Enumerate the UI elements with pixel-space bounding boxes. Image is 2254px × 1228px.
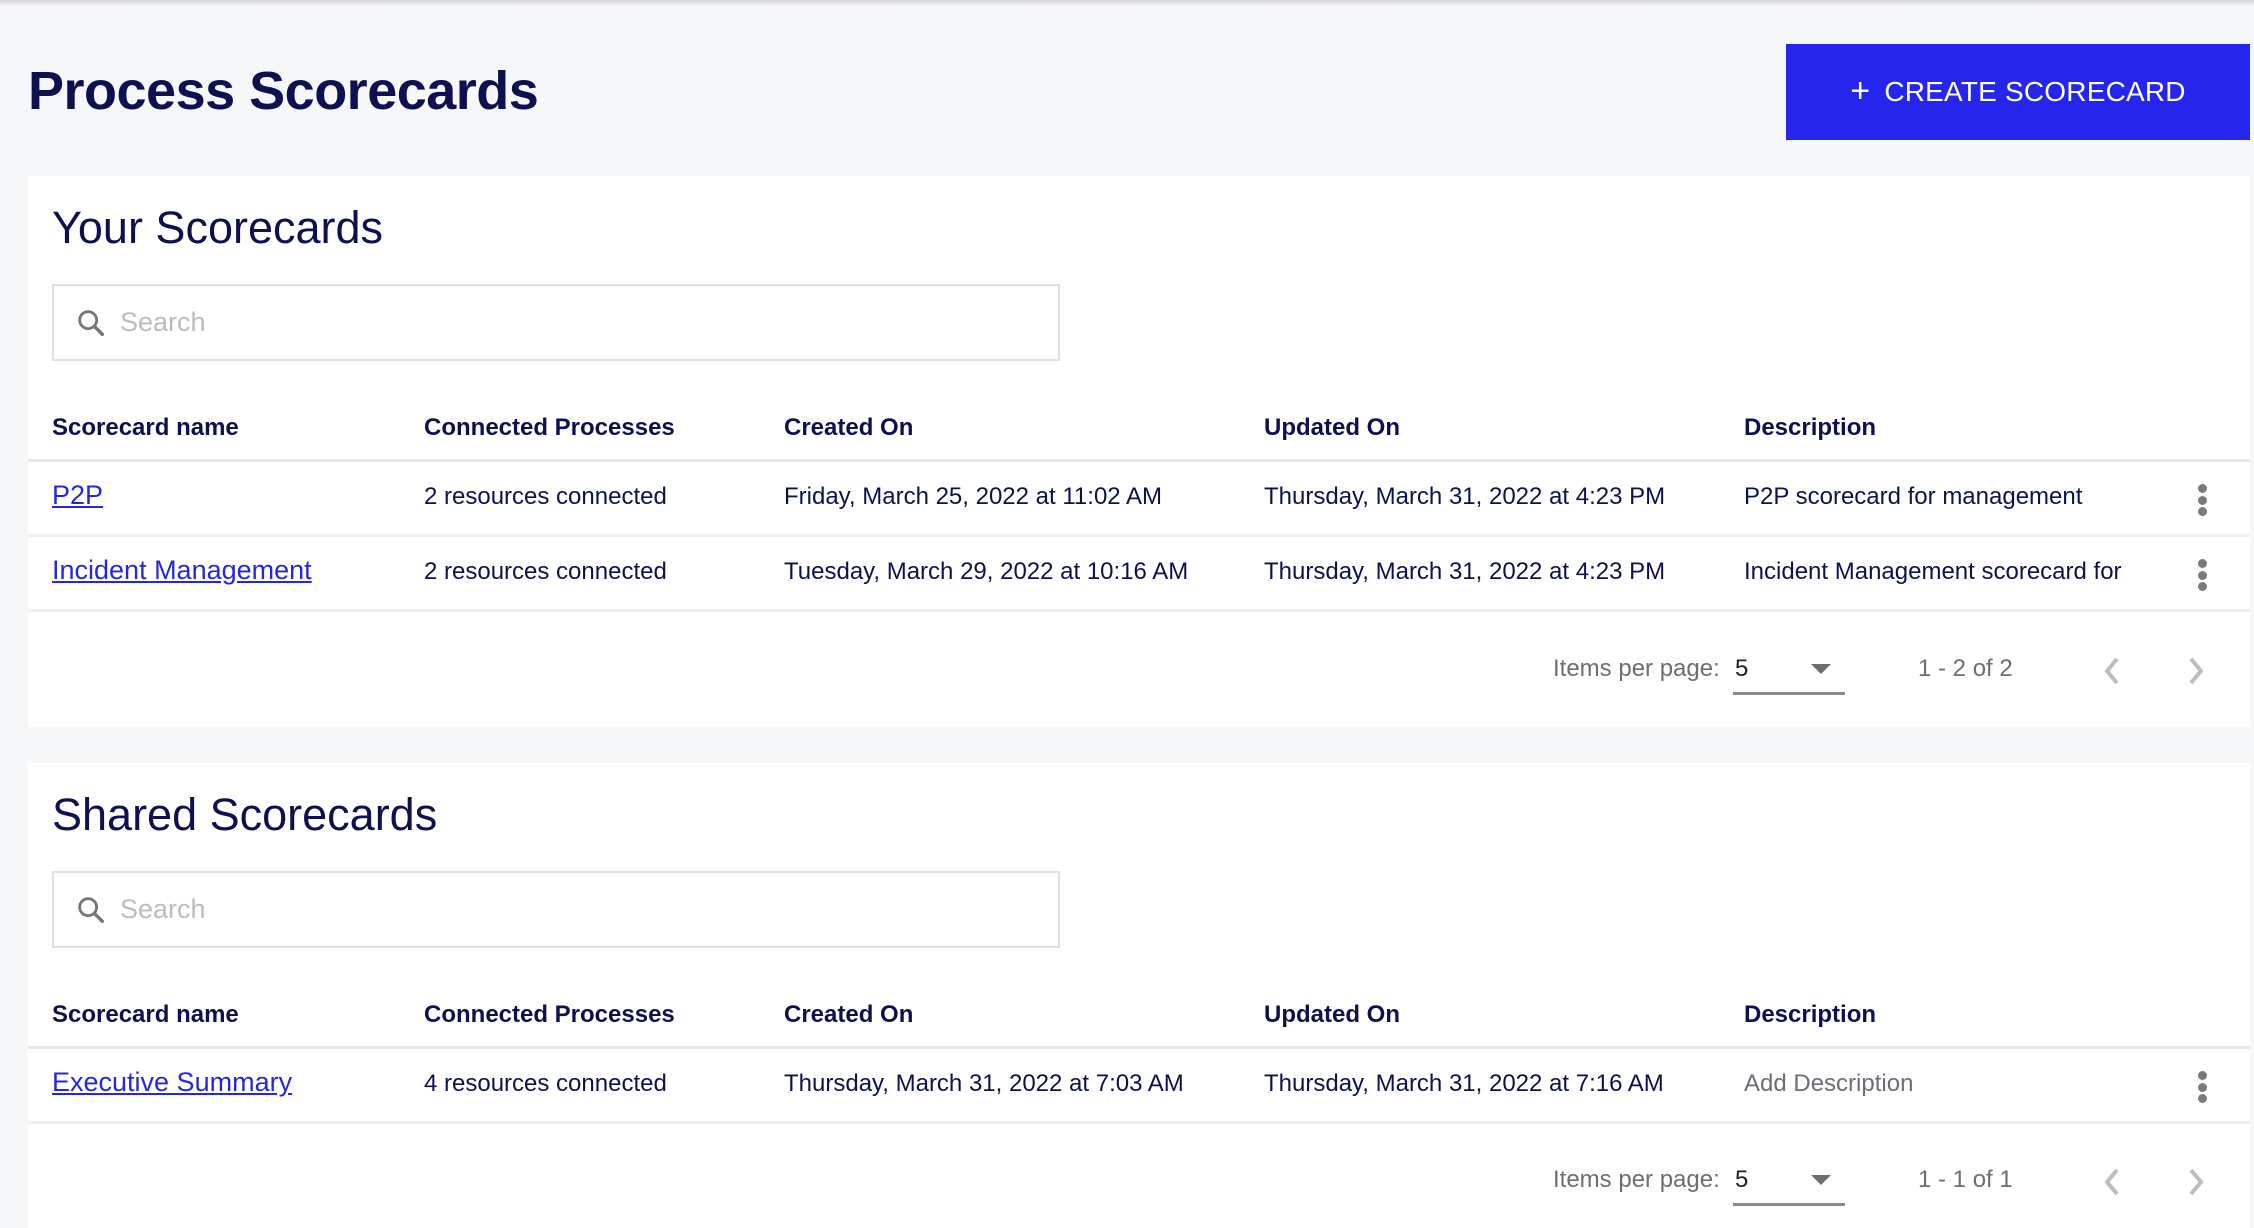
previous-page-icon[interactable]	[2095, 651, 2131, 691]
connected-processes: 2 resources connected	[424, 558, 667, 585]
shared-scorecards-card: Shared Scorecards Scorecard name Connect…	[28, 763, 2250, 1228]
your-scorecards-title: Your Scorecards	[52, 202, 384, 253]
table-row: P2P 2 resources connected Friday, March …	[28, 462, 2250, 537]
column-header-created[interactable]: Created On	[784, 414, 913, 442]
table-header: Scorecard name Connected Processes Creat…	[28, 981, 2250, 1049]
items-per-page-value: 5	[1735, 655, 1749, 682]
shared-scorecards-search[interactable]	[52, 871, 1060, 948]
top-shadow	[0, 0, 2254, 6]
table-header: Scorecard name Connected Processes Creat…	[28, 394, 2250, 462]
column-header-description[interactable]: Description	[1744, 1001, 1876, 1029]
next-page-icon[interactable]	[2177, 1162, 2213, 1202]
created-on: Thursday, March 31, 2022 at 7:03 AM	[784, 1070, 1184, 1097]
description: Incident Management scorecard for	[1744, 558, 2122, 585]
dropdown-caret-icon	[1811, 664, 1831, 674]
shared-scorecards-table: Scorecard name Connected Processes Creat…	[28, 981, 2250, 1124]
previous-page-icon[interactable]	[2095, 1162, 2131, 1202]
column-header-updated[interactable]: Updated On	[1264, 1001, 1400, 1029]
column-header-name[interactable]: Scorecard name	[52, 414, 239, 442]
next-page-icon[interactable]	[2177, 651, 2213, 691]
items-per-page-label: Items per page:	[1553, 1166, 1720, 1193]
your-scorecards-pagination: Items per page: 5 1 - 2 of 2	[28, 641, 2250, 701]
table-row: Executive Summary 4 resources connected …	[28, 1049, 2250, 1124]
plus-icon: +	[1850, 71, 1871, 110]
created-on: Tuesday, March 29, 2022 at 10:16 AM	[784, 558, 1189, 585]
scorecard-link[interactable]: Executive Summary	[52, 1067, 292, 1097]
dropdown-caret-icon	[1811, 1175, 1831, 1185]
page-title: Process Scorecards	[28, 61, 539, 121]
add-description-link[interactable]: Add Description	[1744, 1070, 1913, 1098]
column-header-updated[interactable]: Updated On	[1264, 414, 1400, 442]
more-options-icon[interactable]	[2188, 555, 2216, 595]
search-icon	[78, 896, 105, 923]
more-options-icon[interactable]	[2188, 1067, 2216, 1107]
shared-scorecards-search-input[interactable]	[108, 873, 1058, 946]
create-scorecard-button[interactable]: + CREATE SCORECARD	[1786, 44, 2250, 140]
items-per-page-label: Items per page:	[1553, 655, 1720, 682]
items-per-page-select[interactable]: 5	[1733, 1158, 1845, 1206]
connected-processes: 4 resources connected	[424, 1070, 667, 1097]
column-header-connected[interactable]: Connected Processes	[424, 1001, 675, 1029]
created-on: Friday, March 25, 2022 at 11:02 AM	[784, 483, 1162, 510]
your-scorecards-search-input[interactable]	[108, 286, 1058, 359]
connected-processes: 2 resources connected	[424, 483, 667, 510]
more-options-icon[interactable]	[2188, 480, 2216, 520]
create-scorecard-label: CREATE SCORECARD	[1884, 76, 2186, 107]
column-header-name[interactable]: Scorecard name	[52, 1001, 239, 1029]
your-scorecards-card: Your Scorecards Scorecard name Connected…	[28, 176, 2250, 727]
scorecard-link[interactable]: P2P	[52, 480, 103, 510]
updated-on: Thursday, March 31, 2022 at 4:23 PM	[1264, 558, 1666, 585]
table-row: Incident Management 2 resources connecte…	[28, 537, 2250, 612]
items-per-page-select[interactable]: 5	[1733, 647, 1845, 695]
updated-on: Thursday, March 31, 2022 at 4:23 PM	[1264, 483, 1666, 510]
shared-scorecards-title: Shared Scorecards	[52, 789, 438, 840]
shared-scorecards-pagination: Items per page: 5 1 - 1 of 1	[28, 1152, 2250, 1212]
pagination-range: 1 - 1 of 1	[1918, 1166, 2013, 1193]
pagination-range: 1 - 2 of 2	[1918, 655, 2013, 682]
updated-on: Thursday, March 31, 2022 at 7:16 AM	[1264, 1070, 1664, 1097]
your-scorecards-table: Scorecard name Connected Processes Creat…	[28, 394, 2250, 612]
scorecard-link[interactable]: Incident Management	[52, 555, 312, 585]
column-header-created[interactable]: Created On	[784, 1001, 913, 1029]
your-scorecards-search[interactable]	[52, 284, 1060, 361]
column-header-connected[interactable]: Connected Processes	[424, 414, 675, 442]
items-per-page-value: 5	[1735, 1166, 1749, 1193]
search-icon	[78, 309, 105, 336]
column-header-description[interactable]: Description	[1744, 414, 1876, 442]
description: P2P scorecard for management	[1744, 483, 2083, 510]
